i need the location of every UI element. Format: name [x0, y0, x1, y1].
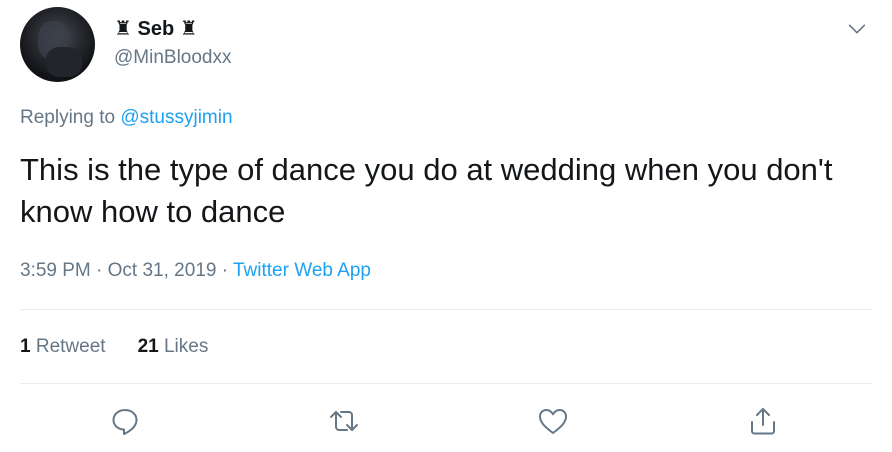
divider [20, 309, 872, 310]
reply-button[interactable] [108, 404, 142, 438]
replying-to: Replying to @stussyjimin [20, 107, 233, 129]
avatar[interactable] [20, 7, 95, 82]
retweet-button[interactable] [327, 404, 361, 438]
reply-handle-link[interactable]: @stussyjimin [120, 107, 232, 128]
tweet-text: This is the type of dance you do at wedd… [20, 152, 833, 229]
username[interactable]: @MinBloodxx [114, 47, 232, 69]
tweet-date[interactable]: Oct 31, 2019 [108, 260, 217, 281]
heart-icon [539, 409, 567, 434]
retweets-count: 1 [20, 336, 31, 357]
likes-label: Likes [163, 336, 209, 357]
tweet-stats: 1 Retweet 21 Likes [20, 336, 208, 358]
tweet-source-link[interactable]: Twitter Web App [233, 260, 371, 281]
avatar-shadow [46, 47, 82, 77]
reply-icon [112, 409, 138, 435]
retweets-stat[interactable]: 1 Retweet [20, 336, 106, 357]
display-name[interactable]: ♜ Seb ♜ [114, 16, 198, 41]
meta-separator: · [221, 260, 229, 281]
meta-separator: · [96, 260, 103, 281]
likes-stat[interactable]: 21 Likes [138, 336, 209, 357]
tweet-meta: 3:59 PM · Oct 31, 2019 · Twitter Web App [20, 260, 371, 282]
retweets-label: Retweet [35, 336, 106, 357]
share-button[interactable] [746, 404, 780, 438]
replying-prefix: Replying to [20, 107, 116, 128]
tweet-time[interactable]: 3:59 PM [20, 260, 91, 281]
divider [20, 383, 872, 384]
share-icon [751, 408, 775, 435]
likes-count: 21 [137, 336, 159, 357]
chevron-down-icon[interactable] [846, 18, 868, 40]
like-button[interactable] [536, 404, 570, 438]
retweet-icon [330, 411, 358, 431]
